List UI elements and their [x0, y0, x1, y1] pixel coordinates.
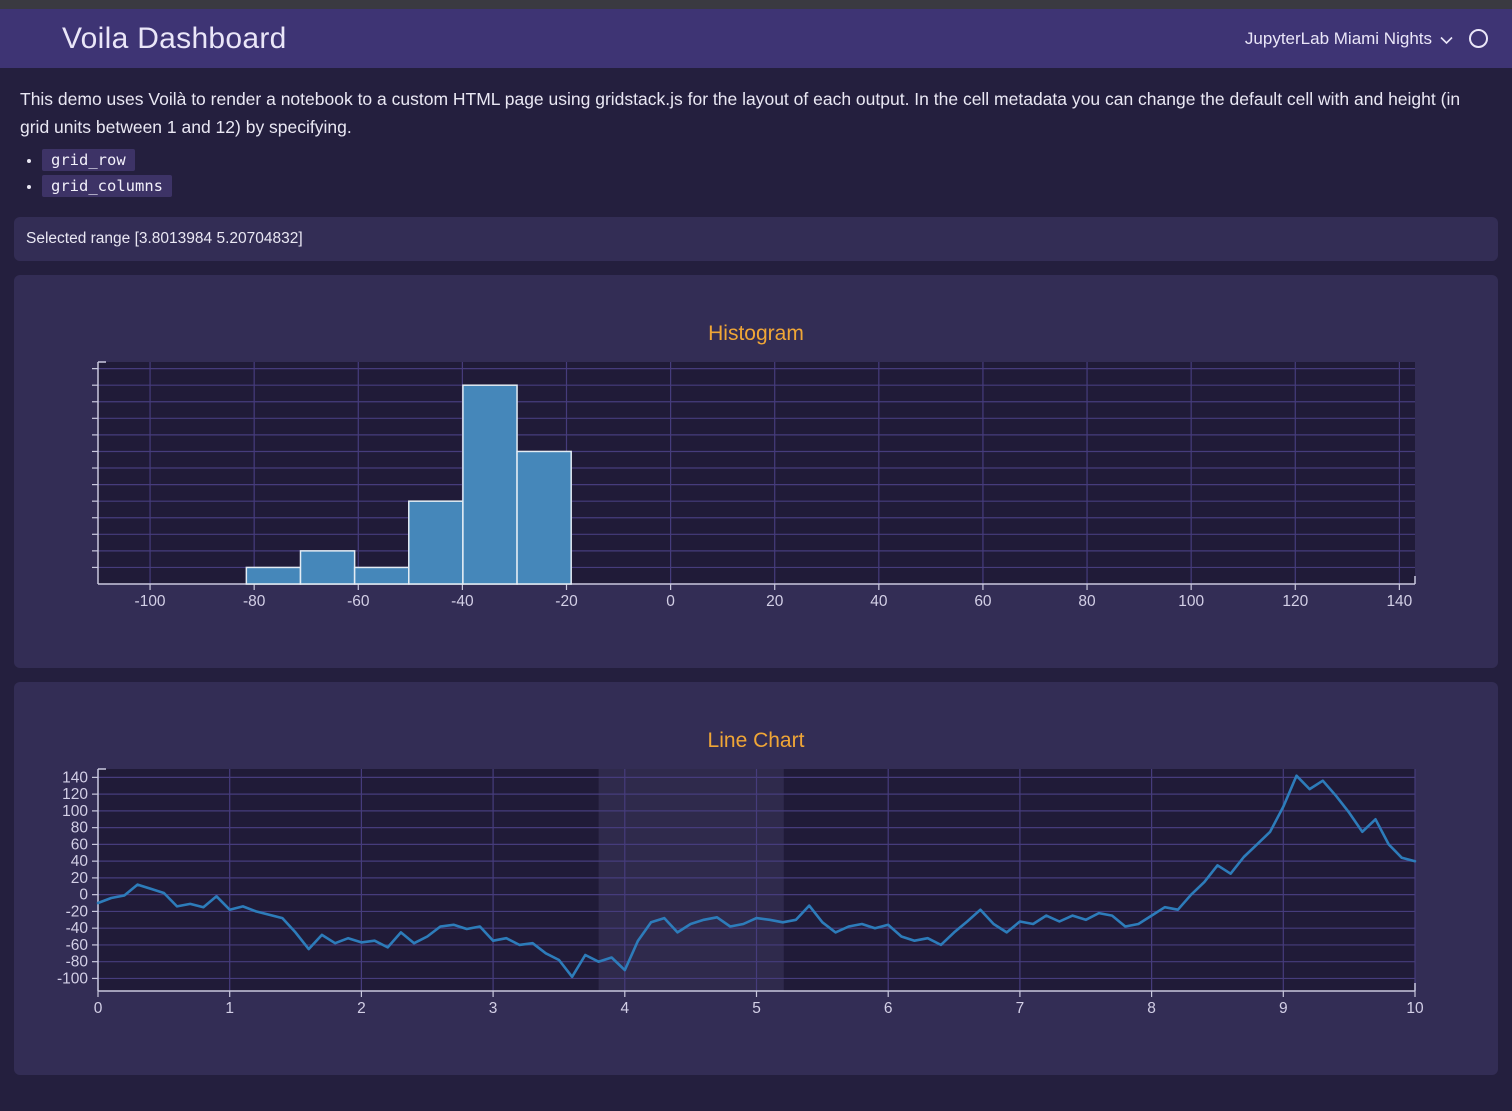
svg-text:-20: -20	[66, 903, 89, 920]
app-header: Voila Dashboard JupyterLab Miami Nights	[0, 9, 1512, 68]
svg-text:140: 140	[62, 769, 88, 786]
svg-text:20: 20	[71, 870, 89, 887]
svg-text:0: 0	[79, 887, 88, 904]
intro-section: This demo uses Voilà to render a noteboo…	[0, 85, 1512, 195]
svg-text:6: 6	[884, 1000, 893, 1017]
theme-selector-label: JupyterLab Miami Nights	[1245, 29, 1432, 49]
histogram-figure[interactable]: -100 -80 -60 -40 -20 0 20 40 60 80 100 120 140	[14, 354, 1498, 654]
svg-text:10: 10	[1406, 1000, 1424, 1017]
svg-text:1: 1	[225, 1000, 234, 1017]
svg-text:8: 8	[1147, 1000, 1156, 1017]
svg-text:0: 0	[666, 593, 675, 610]
svg-text:80: 80	[1078, 593, 1096, 610]
code-chip-grid-row: grid_row	[42, 149, 135, 171]
svg-text:9: 9	[1279, 1000, 1288, 1017]
histogram-title: Histogram	[14, 275, 1498, 347]
intro-bullet-list: grid_row grid_columns	[42, 151, 1492, 195]
svg-text:-60: -60	[347, 593, 370, 610]
svg-text:7: 7	[1016, 1000, 1025, 1017]
header-right: JupyterLab Miami Nights	[1245, 29, 1488, 49]
kernel-status-icon[interactable]	[1469, 29, 1488, 48]
svg-text:120: 120	[62, 786, 88, 803]
line-chart-title: Line Chart	[14, 682, 1498, 754]
svg-text:-40: -40	[66, 920, 89, 937]
page-title: Voila Dashboard	[62, 22, 287, 56]
line-chart-panel: Line Chart 012345678910-100-80-60-40-200…	[14, 682, 1498, 1075]
dashboard-body: This demo uses Voilà to render a noteboo…	[0, 85, 1512, 1075]
svg-text:-40: -40	[451, 593, 474, 610]
selected-range-output: Selected range [3.8013984 5.20704832]	[14, 217, 1498, 261]
svg-text:5: 5	[752, 1000, 761, 1017]
svg-text:40: 40	[71, 853, 89, 870]
intro-paragraph: This demo uses Voilà to render a noteboo…	[20, 85, 1488, 141]
selected-range-text: Selected range [3.8013984 5.20704832]	[26, 230, 303, 248]
svg-text:-60: -60	[66, 937, 89, 954]
svg-text:-100: -100	[135, 593, 166, 610]
chevron-down-icon	[1440, 36, 1453, 45]
list-item: grid_columns	[42, 177, 1492, 195]
svg-text:3: 3	[489, 1000, 498, 1017]
svg-text:40: 40	[870, 593, 888, 610]
histogram-panel: Histogram -100 -80 -60 -40 -20 0 20 40 60 80 100 12…	[14, 275, 1498, 668]
svg-text:140: 140	[1386, 593, 1412, 610]
svg-text:2: 2	[357, 1000, 366, 1017]
svg-text:80: 80	[71, 820, 89, 837]
code-chip-grid-columns: grid_columns	[42, 175, 172, 197]
theme-selector[interactable]: JupyterLab Miami Nights	[1245, 29, 1453, 49]
svg-text:-20: -20	[555, 593, 578, 610]
svg-text:4: 4	[620, 1000, 629, 1017]
svg-text:-100: -100	[57, 970, 88, 987]
svg-text:120: 120	[1282, 593, 1308, 610]
svg-text:-80: -80	[243, 593, 266, 610]
svg-text:100: 100	[62, 803, 88, 820]
svg-text:20: 20	[766, 593, 784, 610]
line-chart-figure[interactable]: 012345678910-100-80-60-40-20020406080100…	[14, 761, 1498, 1061]
list-item: grid_row	[42, 151, 1492, 169]
window-top-strip	[0, 0, 1512, 9]
svg-text:-80: -80	[66, 954, 89, 971]
svg-text:0: 0	[94, 1000, 103, 1017]
svg-text:100: 100	[1178, 593, 1204, 610]
svg-text:60: 60	[974, 593, 992, 610]
svg-text:60: 60	[71, 836, 89, 853]
